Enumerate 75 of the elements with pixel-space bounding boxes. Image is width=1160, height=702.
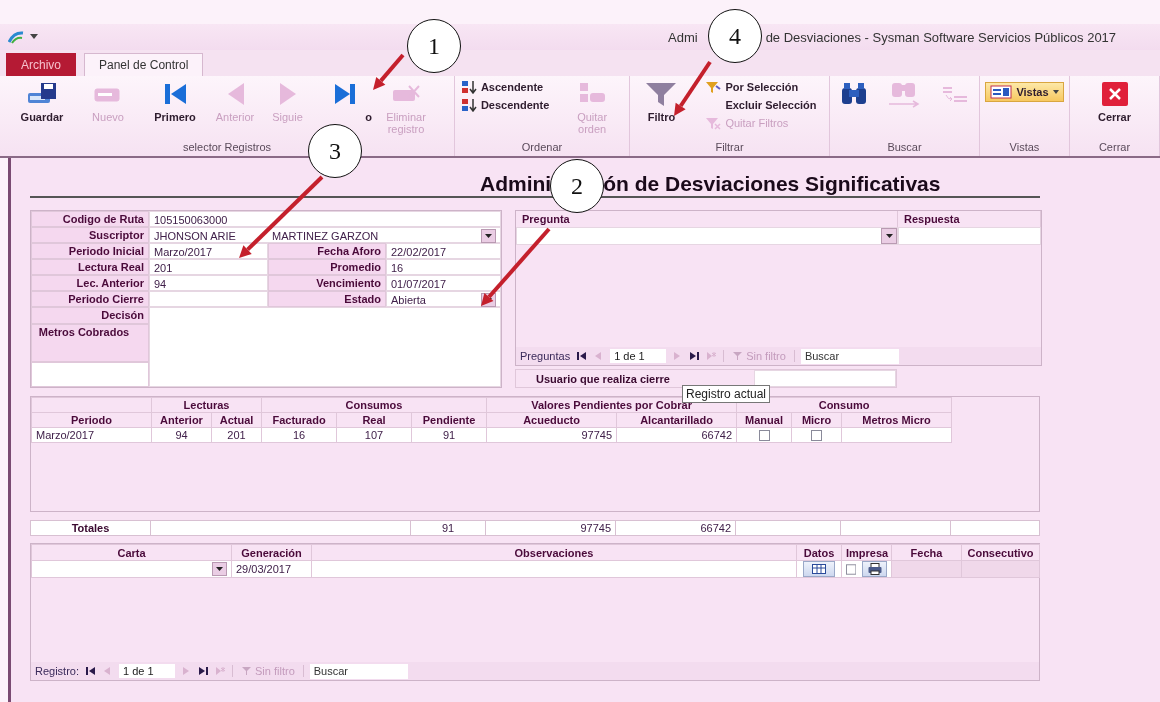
field-label: Decisón <box>31 307 149 324</box>
field-label: Metros Cobrados <box>31 324 149 362</box>
column-header: Real <box>336 412 412 428</box>
column-header: Observaciones <box>311 544 797 561</box>
form-title: ón de Desviaciones Significativas <box>603 172 941 196</box>
field-label: Codigo de Ruta <box>31 211 149 227</box>
search-field[interactable]: Buscar <box>309 663 408 679</box>
column-header: Actual <box>211 412 262 428</box>
table-cell: 66742 <box>615 520 736 536</box>
table-cell: 91 <box>410 520 486 536</box>
column-header: Consecutivo <box>961 544 1040 561</box>
group-label: selector Registros <box>182 141 271 155</box>
ribbon-button[interactable]: Ascendente <box>460 80 550 94</box>
column-group-header: Lecturas <box>151 397 262 413</box>
field-label: Periodo Inicial <box>31 243 149 259</box>
record-number-field[interactable]: 1 de 1 <box>610 349 667 363</box>
column-header: Datos <box>796 544 842 561</box>
record-number-field[interactable]: 1 de 1 <box>119 664 176 678</box>
column-header: Pendiente <box>411 412 487 428</box>
ribbon-button[interactable]: Excluir Selección <box>705 98 817 112</box>
column-group-header: Consumos <box>261 397 487 413</box>
column-header: Acueducto <box>486 412 617 428</box>
views-button[interactable]: Vistas <box>985 82 1064 102</box>
group-label: Buscar <box>887 141 922 155</box>
ribbon-button[interactable]: Guardar <box>8 80 76 123</box>
text-field[interactable]: 16 <box>386 259 501 275</box>
ribbon-tab[interactable]: Archivo <box>6 53 76 76</box>
text-field[interactable]: Abierta <box>386 291 501 307</box>
group-label: Filtrar <box>715 141 744 155</box>
ribbon-button[interactable]: Cerrar <box>1095 80 1134 123</box>
text-field[interactable]: JHONSON ARIE MARTINEZ GARZON <box>149 227 501 243</box>
column-header: Fecha <box>891 544 962 561</box>
ribbon-button[interactable]: o <box>315 80 375 123</box>
field-label: Periodo Cierre <box>31 291 149 307</box>
group-label: Cerrar <box>1098 141 1131 155</box>
text-field[interactable]: 94 <box>149 275 268 291</box>
group-label: Vistas <box>1009 141 1040 155</box>
field-label: Fecha Aforo <box>268 243 386 259</box>
ribbon-tab[interactable]: Panel de Control <box>84 53 204 76</box>
column-header: Periodo <box>31 412 152 428</box>
window-title: de Desviaciones - Sysman Software Servicios Públicos 2017 <box>765 29 1117 45</box>
column-header: Facturado <box>261 412 337 428</box>
text-field[interactable]: 105150063000 <box>149 211 501 227</box>
table-cell: Totales <box>30 520 151 536</box>
field-label: Estado <box>268 291 386 307</box>
text-field[interactable]: 201 <box>149 259 268 275</box>
window-title: Admi <box>668 29 698 45</box>
table-cell: 97745 <box>485 520 616 536</box>
field-label: Suscriptor <box>31 227 149 243</box>
group-label: Ordenar <box>521 141 563 155</box>
column-header: Micro <box>791 412 842 428</box>
navigation-label: Preguntas <box>520 350 571 362</box>
column-header: Impresa <box>841 544 892 561</box>
column-header: Carta <box>31 544 232 561</box>
column-header: Metros Micro <box>841 412 952 428</box>
navigation-label: Registro: <box>35 665 80 677</box>
text-field[interactable]: 01/07/2017 <box>386 275 501 291</box>
field-label: Promedio <box>268 259 386 275</box>
ribbon-button[interactable]: Por Selección <box>705 80 817 94</box>
ribbon-button[interactable]: Primero <box>140 80 210 123</box>
field-label: Usuario que realiza cierre <box>535 372 670 385</box>
column-header: Manual <box>736 412 792 428</box>
column-header: Anterior <box>151 412 212 428</box>
text-field[interactable]: Marzo/2017 <box>149 243 268 259</box>
field-label: Vencimiento <box>268 275 386 291</box>
ribbon-button[interactable]: Filtro <box>642 80 681 123</box>
field-label: Lectura Real <box>31 259 149 275</box>
form-title: Admini <box>480 172 552 196</box>
column-header: Alcantarillado <box>616 412 737 428</box>
search-field[interactable]: Buscar <box>800 348 899 364</box>
text-field[interactable]: 22/02/2017 <box>386 243 501 259</box>
ribbon-button[interactable]: Descendente <box>460 98 550 112</box>
column-header: Generación <box>231 544 312 561</box>
callout-marker: 4 <box>708 9 762 63</box>
field-label: Lec. Anterior <box>31 275 149 291</box>
